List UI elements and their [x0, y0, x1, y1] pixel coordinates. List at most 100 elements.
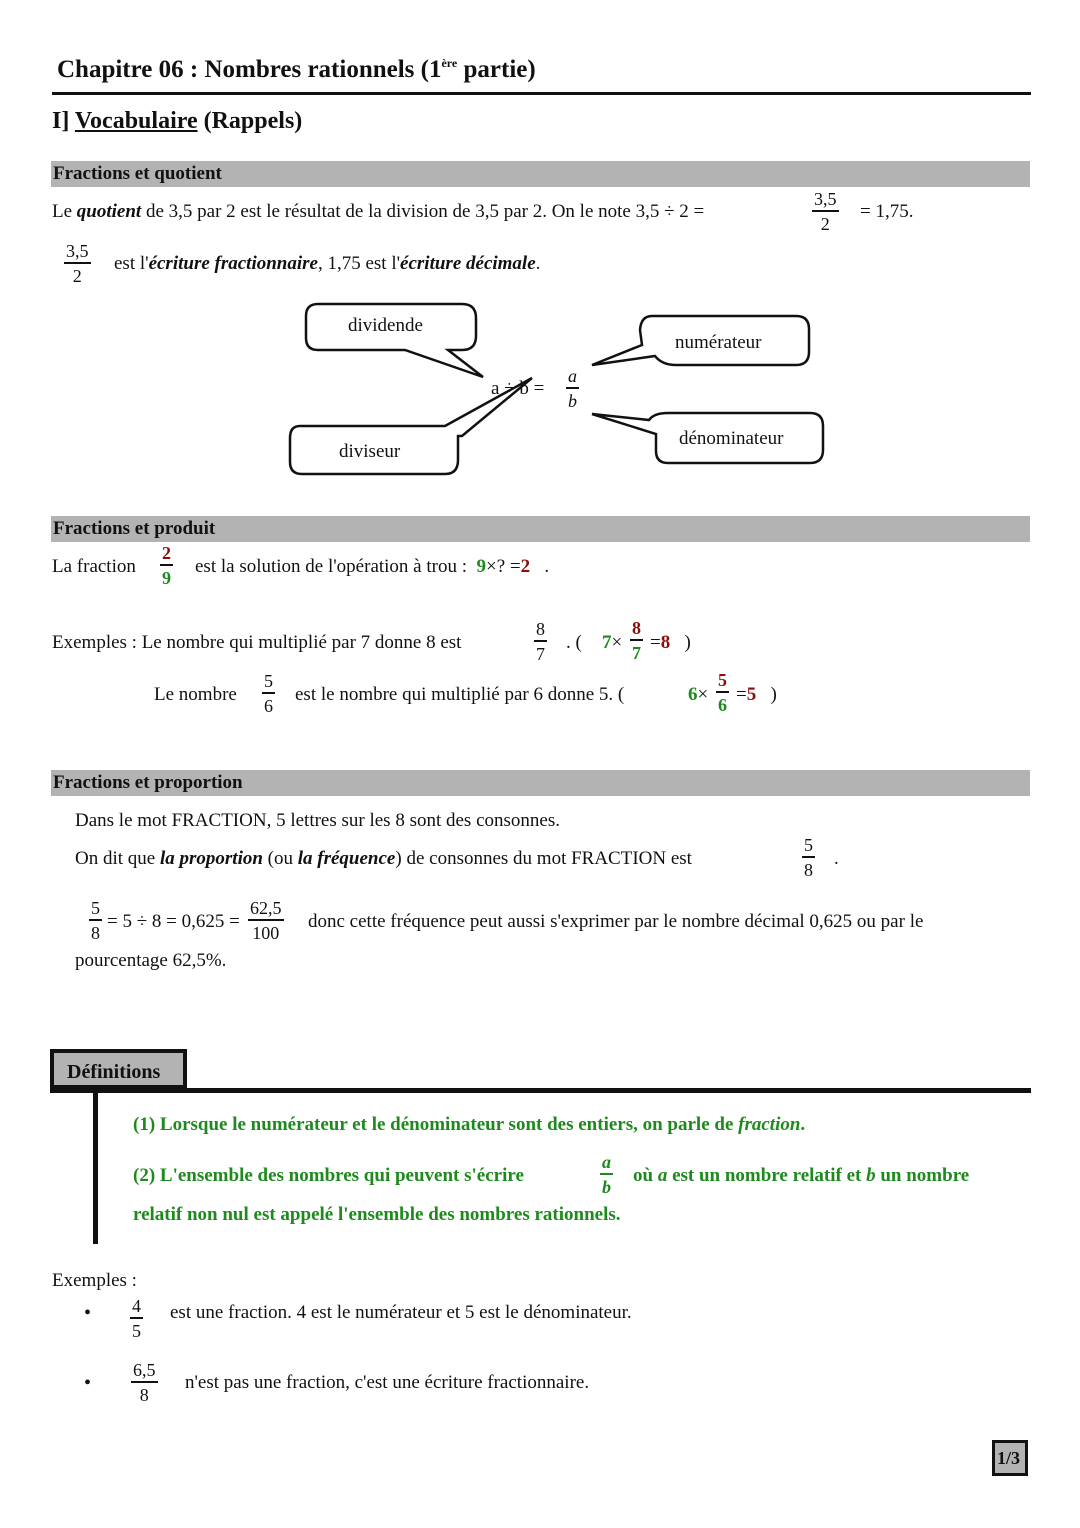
example-1-text: Exemples : Le nombre qui multiplié par 7…	[52, 632, 462, 653]
denominator: 8	[804, 859, 813, 880]
diagram-expression: a ÷ b =	[491, 378, 545, 399]
fraction-bar	[566, 387, 579, 389]
numerator: 8	[632, 618, 641, 638]
diagram-fraction-a-over-b: ab	[566, 367, 579, 410]
definitions-tab: Définitions	[50, 1049, 187, 1089]
definitions-vertical-rule	[93, 1090, 98, 1244]
definition-2-line-2: relatif non nul est appelé l'ensemble de…	[133, 1204, 621, 1225]
equals: =	[736, 684, 747, 705]
term-proportion: la proportion	[159, 848, 263, 869]
label-dividende: dividende	[348, 315, 423, 336]
fraction-bar	[131, 1381, 158, 1383]
denominator: 5	[132, 1320, 141, 1341]
example-fraction-4-over-5: 45	[130, 1297, 143, 1340]
bullet: •	[84, 1372, 92, 1394]
result: 8	[660, 632, 671, 653]
op-factor: 9	[476, 556, 487, 577]
example-2-check: 6×	[688, 684, 708, 706]
text: ) de consonnes du mot FRACTION est	[395, 848, 692, 869]
times: ×	[611, 632, 623, 653]
fraction-bar	[262, 692, 275, 694]
text: On dit que	[75, 848, 160, 869]
eq-fraction-62-5-over-100: 62,5 100	[248, 899, 284, 942]
definitions-rule	[185, 1088, 1031, 1093]
var-a: a	[657, 1165, 668, 1186]
label-diviseur: diviseur	[339, 441, 401, 462]
var-b: b	[866, 1165, 876, 1186]
equals: =	[650, 632, 661, 653]
example-1-open: . (	[566, 632, 582, 653]
fraction-bar	[802, 856, 815, 858]
proportion-line-3: donc cette fréquence peut aussi s'exprim…	[308, 911, 924, 932]
fraction-bar	[716, 691, 729, 693]
fraction-5-over-6: 56	[262, 672, 275, 715]
example-1-fraction: 87	[630, 619, 643, 662]
definition-1: (1) Lorsque le numérateur et le dénomina…	[133, 1114, 805, 1136]
text: (ou	[262, 848, 298, 869]
text: est un nombre relatif et	[667, 1165, 867, 1186]
fraction-bar	[248, 919, 284, 921]
example-1-check: 7×	[602, 632, 622, 654]
numerator: 5	[718, 670, 727, 690]
bullet: •	[84, 1302, 92, 1324]
fraction-bar	[630, 639, 643, 641]
text: où	[633, 1165, 658, 1186]
example-2-fraction: 56	[716, 671, 729, 714]
result: 5	[746, 684, 757, 705]
numerator: a	[602, 1152, 611, 1172]
fraction-bar	[89, 919, 102, 921]
denominator: 8	[139, 1384, 149, 1405]
term-frequence: la fréquence	[297, 848, 396, 869]
example-item-1-text: est une fraction. 4 est le numérateur et…	[170, 1302, 632, 1323]
denominator: 6	[264, 695, 273, 716]
denominator: 100	[252, 922, 280, 943]
fraction-bar	[600, 1173, 613, 1175]
label-numerateur: numérateur	[675, 332, 762, 353]
term-fraction: fraction	[738, 1114, 801, 1135]
denominator: 7	[536, 643, 545, 664]
denominator: 7	[632, 642, 641, 663]
produit-line-1-start: La fraction	[52, 556, 136, 577]
band-proportion-label: Fractions et proportion	[53, 772, 243, 793]
label-denominateur: dénominateur	[679, 428, 784, 449]
op-mid: ×? =	[486, 556, 521, 577]
example-1-result: =8 )	[650, 632, 691, 654]
example-2-result: =5 )	[736, 684, 777, 706]
denominator: 8	[91, 922, 100, 943]
times: ×	[697, 684, 709, 705]
page-number: 1/3	[997, 1448, 1021, 1468]
definitions-tab-label: Définitions	[67, 1061, 161, 1083]
close-paren: )	[770, 684, 777, 705]
proportion-line-2-end: .	[834, 848, 839, 869]
fraction-5-over-8: 58	[802, 836, 815, 879]
band-produit: Fractions et produit	[51, 516, 1030, 542]
numerator: 5	[804, 835, 813, 855]
numerator: 5	[264, 671, 273, 691]
example-2-start: Le nombre	[154, 684, 237, 705]
callout-diagram	[288, 302, 825, 476]
numerator: 8	[536, 619, 545, 639]
factor: 7	[602, 632, 612, 653]
numerator: 5	[91, 898, 100, 918]
numerator: 4	[132, 1296, 141, 1316]
definition-fraction-a-over-b: ab	[600, 1153, 613, 1196]
fraction-bar	[160, 564, 173, 566]
fraction-bar	[130, 1317, 143, 1319]
numerator: 2	[162, 543, 171, 563]
fraction-8-over-7: 87	[534, 620, 547, 663]
text: .	[800, 1114, 806, 1135]
proportion-line-1: Dans le mot FRACTION, 5 lettres sur les …	[75, 810, 560, 831]
numerator: 6,5	[133, 1360, 156, 1380]
example-item-2-text: n'est pas une fraction, c'est une écritu…	[185, 1372, 590, 1393]
fraction-bar	[534, 640, 547, 642]
eq-fraction-5-over-8: 58	[89, 899, 102, 942]
definition-2-start: (2) L'ensemble des nombres qui peuvent s…	[133, 1165, 524, 1186]
eq-middle: = 5 ÷ 8 = 0,625 =	[107, 911, 240, 932]
numerator: a	[568, 366, 577, 386]
factor: 6	[688, 684, 698, 705]
produit-line-1-end: est la solution de l'opération à trou : …	[195, 556, 549, 578]
close-paren: )	[684, 632, 691, 653]
fraction-2-over-9: 29	[160, 544, 173, 587]
examples-label: Exemples :	[52, 1270, 137, 1291]
proportion-line-4: pourcentage 62,5%.	[75, 950, 227, 971]
